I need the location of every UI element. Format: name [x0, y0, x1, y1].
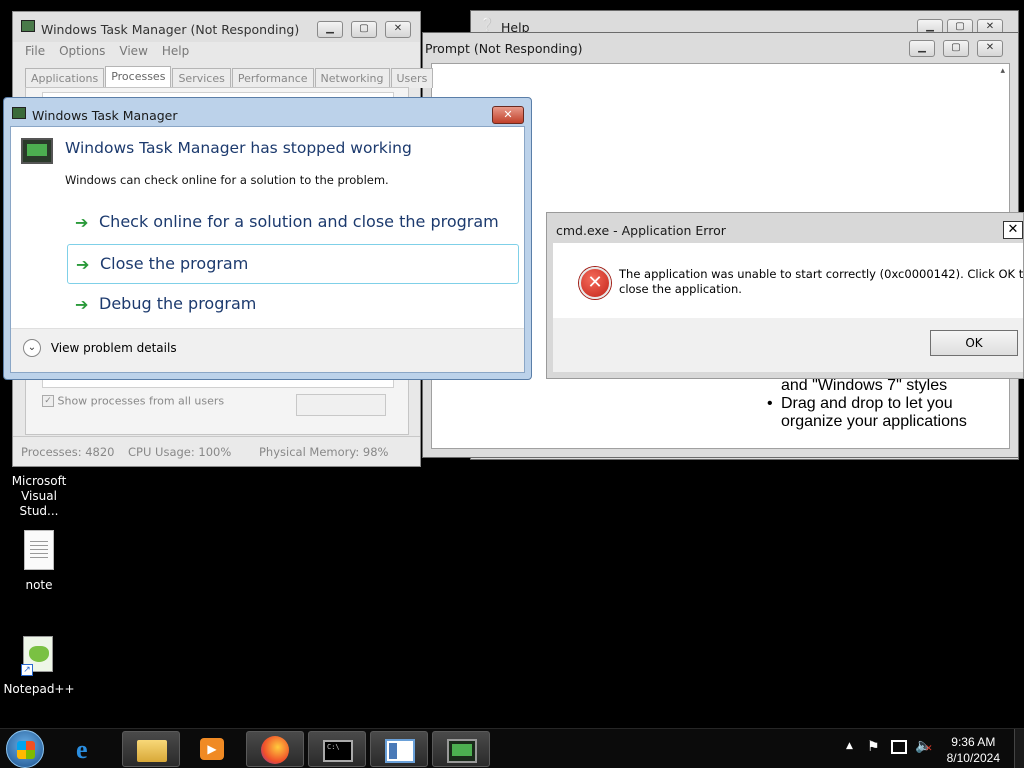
- desktop-icon-label: Visual Stud...: [19, 489, 59, 518]
- green-arrow-icon: ➔: [75, 295, 89, 314]
- taskbar-task-manager[interactable]: [432, 731, 490, 767]
- cmd-titlebar[interactable]: Prompt (Not Responding) ▁ ▢ ✕: [423, 33, 1018, 63]
- status-memory: Physical Memory: 98%: [259, 445, 389, 459]
- check-online-option[interactable]: ➔ Check online for a solution and close …: [67, 203, 519, 243]
- internet-explorer-icon: e: [76, 735, 88, 764]
- close-program-option[interactable]: ➔ Close the program: [67, 244, 519, 284]
- view-details-label: View problem details: [50, 341, 177, 355]
- taskbar-firefox[interactable]: [246, 731, 304, 767]
- tab-processes[interactable]: Processes: [105, 66, 172, 88]
- close-button[interactable]: ✕: [385, 21, 411, 38]
- maximize-button[interactable]: ▢: [943, 40, 969, 57]
- media-player-icon: ▶: [200, 738, 224, 760]
- system-clock[interactable]: 9:36 AM 8/10/2024: [947, 734, 1000, 766]
- action-center-flag-icon[interactable]: ⚑: [867, 739, 880, 755]
- notepad-plus-plus-icon: ↗: [19, 634, 59, 676]
- show-desktop-button[interactable]: [1014, 729, 1024, 768]
- green-arrow-icon: ➔: [76, 255, 90, 274]
- maximize-button[interactable]: ▢: [351, 21, 377, 38]
- menu-file[interactable]: File: [25, 44, 45, 58]
- window-icon: [385, 739, 415, 763]
- error-dialog-body: ✕ The application was unable to start co…: [553, 243, 1024, 372]
- desktop-icon-notepad-plus-plus[interactable]: ↗ Notepad++: [2, 634, 76, 697]
- firefox-icon: [261, 736, 289, 764]
- desktop-icon-label: Notepad++: [3, 682, 75, 696]
- network-icon[interactable]: [891, 740, 907, 754]
- help-text-line: • Drag and drop to let you: [767, 395, 953, 412]
- help-text-line: and "Windows 7" styles: [781, 377, 948, 394]
- status-processes: Processes: 4820: [21, 445, 115, 459]
- cmd-window-title: Prompt (Not Responding): [425, 41, 583, 56]
- dialog-body: Windows Task Manager has stopped working…: [10, 126, 525, 373]
- taskbar-file-explorer[interactable]: [122, 731, 180, 767]
- taskbar: e ▶ C:\ ▲ ⚑ 🔈 ✕ 9:36 AM 8/10/2024: [0, 728, 1024, 768]
- ok-button[interactable]: OK: [930, 330, 1018, 356]
- close-button[interactable]: ✕: [977, 40, 1003, 57]
- help-text-line: organize your applications: [781, 413, 967, 430]
- desktop-icon-note[interactable]: note: [2, 530, 76, 593]
- command-prompt-icon: C:\: [323, 740, 353, 762]
- task-manager-tabs: Applications Processes Services Performa…: [25, 66, 434, 88]
- taskbar-command-prompt[interactable]: C:\: [308, 731, 366, 767]
- dialog-app-icon: [12, 107, 26, 119]
- start-button[interactable]: [6, 730, 44, 768]
- dialog-heading: Windows Task Manager has stopped working: [65, 139, 412, 157]
- show-all-users-checkbox[interactable]: ✓: [42, 395, 54, 407]
- chevron-down-icon[interactable]: ⌄: [23, 339, 41, 357]
- task-manager-icon: [447, 739, 477, 763]
- taskbar-media-player[interactable]: ▶: [184, 731, 242, 767]
- green-arrow-icon: ➔: [75, 213, 89, 232]
- error-dialog-title: cmd.exe - Application Error: [556, 223, 726, 238]
- menu-view[interactable]: View: [119, 44, 147, 58]
- menu-options[interactable]: Options: [59, 44, 105, 58]
- tab-users[interactable]: Users: [390, 68, 434, 88]
- desktop-icon-label: note: [25, 578, 53, 592]
- help-text-block: and "Windows 7" styles • Drag and drop t…: [729, 377, 995, 431]
- taskbar-help-viewer[interactable]: [370, 731, 428, 767]
- tab-networking[interactable]: Networking: [314, 68, 390, 88]
- minimize-button[interactable]: ▁: [317, 21, 343, 38]
- task-manager-titlebar[interactable]: Windows Task Manager (Not Responding) ▁ …: [13, 12, 420, 42]
- debug-program-option[interactable]: ➔ Debug the program: [67, 285, 519, 325]
- status-bar: Processes: 4820 CPU Usage: 100% Physical…: [13, 436, 420, 466]
- bullet: •: [767, 395, 773, 412]
- tab-performance[interactable]: Performance: [231, 68, 314, 88]
- volume-muted-icon[interactable]: 🔈 ✕: [915, 738, 933, 754]
- stopped-working-dialog[interactable]: Windows Task Manager ✕ Windows Task Mana…: [3, 97, 532, 380]
- show-all-users-row[interactable]: ✓ Show processes from all users: [42, 394, 224, 408]
- windows-logo-icon: [17, 741, 35, 759]
- tab-applications[interactable]: Applications: [25, 68, 105, 88]
- status-cpu: CPU Usage: 100%: [128, 445, 232, 459]
- task-manager-app-icon: [21, 20, 35, 32]
- text-file-icon: [24, 530, 54, 570]
- clock-time: 9:36 AM: [951, 735, 996, 749]
- desktop-icon-label: Microsoft: [11, 474, 67, 488]
- close-button[interactable]: ✕: [492, 106, 524, 124]
- tab-services[interactable]: Services: [172, 68, 231, 88]
- close-button[interactable]: ✕: [1003, 221, 1023, 239]
- application-error-dialog[interactable]: cmd.exe - Application Error ✕ ✕ The appl…: [546, 212, 1024, 379]
- clock-date: 8/10/2024: [946, 751, 1000, 765]
- error-dialog-footer: OK: [553, 318, 1023, 372]
- folder-icon: [137, 740, 167, 762]
- desktop-icon-visual-studio[interactable]: Microsoft Visual Stud...: [2, 474, 76, 519]
- end-process-button[interactable]: [296, 394, 386, 416]
- scroll-up-icon[interactable]: ▴: [1000, 66, 1005, 76]
- dialog-subtext: Windows can check online for a solution …: [65, 173, 389, 187]
- view-details-toggle[interactable]: ⌄ View problem details: [23, 339, 177, 357]
- task-manager-menu: File Options View Help: [25, 44, 189, 58]
- monitor-app-icon: [21, 138, 53, 164]
- show-hidden-icons-icon[interactable]: ▲: [846, 741, 853, 751]
- show-all-users-label: Show processes from all users: [57, 394, 225, 408]
- taskbar-internet-explorer[interactable]: e: [60, 731, 118, 767]
- dialog-title: Windows Task Manager: [32, 108, 178, 123]
- dialog-footer: ⌄ View problem details: [11, 328, 524, 372]
- error-icon: ✕: [579, 267, 611, 299]
- error-message: The application was unable to start corr…: [619, 267, 1024, 296]
- help-app-icon: ❔: [479, 18, 496, 33]
- minimize-button[interactable]: ▁: [909, 40, 935, 57]
- task-manager-title: Windows Task Manager (Not Responding): [41, 22, 300, 37]
- menu-help[interactable]: Help: [162, 44, 189, 58]
